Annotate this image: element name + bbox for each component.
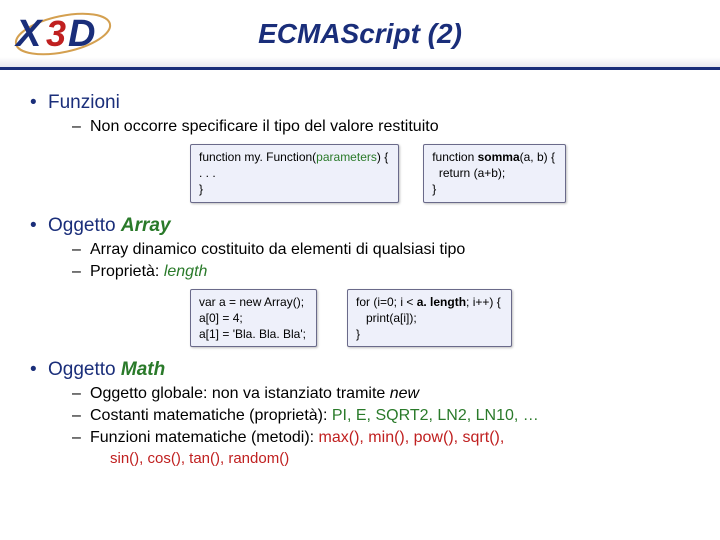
svg-text:D: D	[68, 13, 95, 55]
slide-header: X 3 D ECMAScript (2)	[0, 0, 720, 70]
sub-text: Array dinamico costituito da elementi di…	[90, 241, 465, 258]
code-array-loop: for (i=0; i < a. length; i++) { print(a[…	[347, 289, 512, 348]
bullet-em: Math	[121, 359, 165, 380]
x3d-logo: X 3 D	[8, 4, 118, 64]
math-funcs-2: sin(), cos(), tan(), random()	[110, 450, 289, 467]
sub-text: Non occorre specificare il tipo del valo…	[90, 118, 439, 135]
sub-bullet: Non occorre specificare il tipo del valo…	[0, 116, 720, 138]
bullet-math: Oggetto Math	[0, 355, 720, 383]
sub-prefix: Proprietà:	[90, 263, 164, 280]
code-function-somma: function somma(a, b) { return (a+b); }	[423, 144, 566, 203]
sub-prefix: Oggetto globale: non va istanziato trami…	[90, 385, 390, 402]
code-row-funzioni: function my. Function(parameters) { . . …	[0, 138, 720, 211]
bullet-prefix: Oggetto	[48, 359, 121, 380]
sub-em: length	[164, 263, 208, 280]
bullet-array: Oggetto Array	[0, 211, 720, 239]
sub-prefix: Funzioni matematiche (metodi):	[90, 429, 319, 446]
bullet-text: Funzioni	[48, 92, 120, 113]
sub-bullet: Array dinamico costituito da elementi di…	[0, 239, 720, 261]
bullet-prefix: Oggetto	[48, 215, 121, 236]
slide-content: Funzioni Non occorre specificare il tipo…	[0, 70, 720, 468]
sub-bullet: Proprietà: length	[0, 261, 720, 283]
bullet-em: Array	[121, 215, 171, 236]
sub-bullet: Costanti matematiche (proprietà): PI, E,…	[0, 405, 720, 427]
bullet-funzioni: Funzioni	[0, 88, 720, 116]
sub-bullet: Funzioni matematiche (metodi): max(), mi…	[0, 427, 720, 449]
sub-sub-bullet: sin(), cos(), tan(), random()	[0, 449, 720, 468]
sub-bullet: Oggetto globale: non va istanziato trami…	[0, 383, 720, 405]
code-function-generic: function my. Function(parameters) { . . …	[190, 144, 399, 203]
math-consts: PI, E, SQRT2, LN2, LN10, …	[332, 407, 539, 424]
code-row-array: var a = new Array(); a[0] = 4; a[1] = 'B…	[0, 283, 720, 356]
code-array-init: var a = new Array(); a[0] = 4; a[1] = 'B…	[190, 289, 317, 348]
svg-text:3: 3	[46, 13, 66, 54]
sub-prefix: Costanti matematiche (proprietà):	[90, 407, 332, 424]
svg-text:X: X	[14, 13, 44, 55]
math-funcs: max(), min(), pow(), sqrt(),	[319, 429, 505, 446]
sub-em: new	[390, 385, 419, 402]
